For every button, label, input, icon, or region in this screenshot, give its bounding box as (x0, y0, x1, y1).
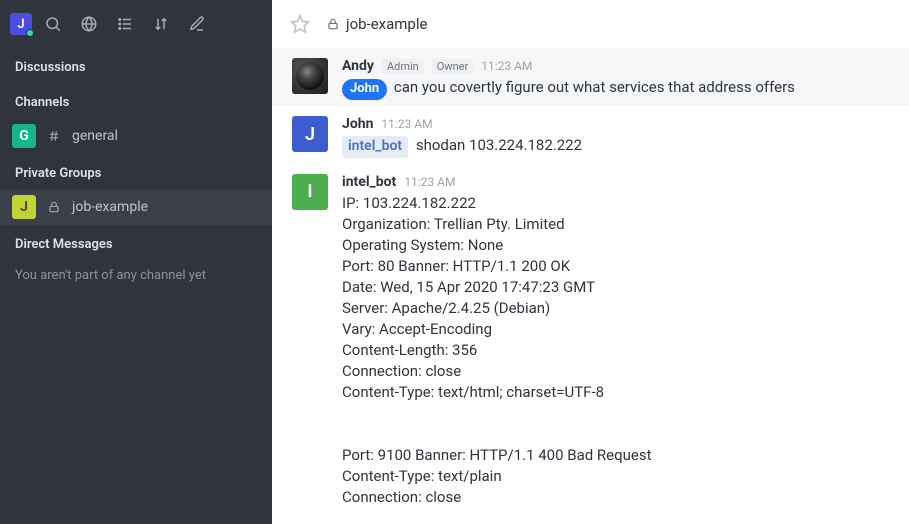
message-timestamp: 11:23 AM (481, 59, 532, 73)
room-name-text: job-example (346, 15, 427, 33)
message-content: intel_bot shodan 103.224.182.222 (342, 135, 889, 158)
message-username[interactable]: Andy (342, 58, 374, 74)
room-header: job-example (272, 0, 909, 48)
status-online-icon (26, 29, 34, 37)
message-body: intel_bot 11:23 AM IP: 103.224.182.222 O… (342, 174, 889, 508)
room-name[interactable]: job-example (326, 15, 427, 33)
lock-icon (46, 200, 62, 214)
message-list[interactable]: Andy Admin Owner 11:23 AM John can you c… (272, 48, 909, 524)
lock-icon (326, 17, 340, 31)
message-timestamp: 11:23 AM (381, 117, 432, 131)
message-header: intel_bot 11:23 AM (342, 174, 889, 190)
role-admin-badge: Admin (382, 59, 424, 74)
sidebar: J Discussions Channels G general Private… (0, 0, 272, 524)
group-badge: J (12, 195, 36, 219)
sidebar-toolbar: J (0, 0, 272, 48)
main-panel: job-example Andy Admin Owner 11:23 AM Jo… (272, 0, 909, 524)
dm-empty-note: You aren't part of any channel yet (0, 260, 272, 291)
compose-icon[interactable] (182, 9, 212, 39)
message-text: IP: 103.224.182.222 Organization: Trelli… (342, 193, 889, 508)
bot-mention[interactable]: intel_bot (342, 136, 408, 158)
message: Andy Admin Owner 11:23 AM John can you c… (272, 48, 909, 106)
message: J John 11:23 AM intel_bot shodan 103.224… (272, 106, 909, 164)
user-mention[interactable]: John (342, 79, 387, 100)
message-username[interactable]: John (342, 116, 373, 132)
section-discussions[interactable]: Discussions (0, 48, 272, 83)
message-text: can you covertly figure out what service… (394, 78, 795, 96)
message-body: Andy Admin Owner 11:23 AM John can you c… (342, 58, 889, 100)
channel-label: general (72, 128, 118, 144)
message-username[interactable]: intel_bot (342, 174, 396, 190)
message-text: shodan 103.224.182.222 (416, 136, 582, 154)
hash-icon (46, 129, 62, 143)
search-icon[interactable] (38, 9, 68, 39)
section-private-groups[interactable]: Private Groups (0, 154, 272, 189)
role-owner-badge: Owner (432, 59, 473, 74)
user-avatar-initial: J (17, 17, 24, 32)
user-avatar[interactable]: J (10, 13, 32, 35)
avatar[interactable]: J (292, 116, 328, 152)
sort-icon[interactable] (146, 9, 176, 39)
avatar[interactable] (292, 58, 328, 94)
channel-badge: G (12, 124, 36, 148)
message-header: John 11:23 AM (342, 116, 889, 132)
channel-general[interactable]: G general (0, 118, 272, 154)
avatar[interactable]: I (292, 174, 328, 210)
globe-icon[interactable] (74, 9, 104, 39)
message-content: John can you covertly figure out what se… (342, 77, 889, 100)
favorite-button[interactable] (290, 14, 310, 34)
message-timestamp: 11:23 AM (404, 175, 455, 189)
message-header: Andy Admin Owner 11:23 AM (342, 58, 889, 74)
section-direct-messages[interactable]: Direct Messages (0, 225, 272, 260)
group-label: job-example (72, 199, 148, 215)
list-icon[interactable] (110, 9, 140, 39)
section-channels[interactable]: Channels (0, 83, 272, 118)
private-group-job-example[interactable]: J job-example (0, 189, 272, 225)
message: I intel_bot 11:23 AM IP: 103.224.182.222… (272, 164, 909, 514)
message-body: John 11:23 AM intel_bot shodan 103.224.1… (342, 116, 889, 158)
